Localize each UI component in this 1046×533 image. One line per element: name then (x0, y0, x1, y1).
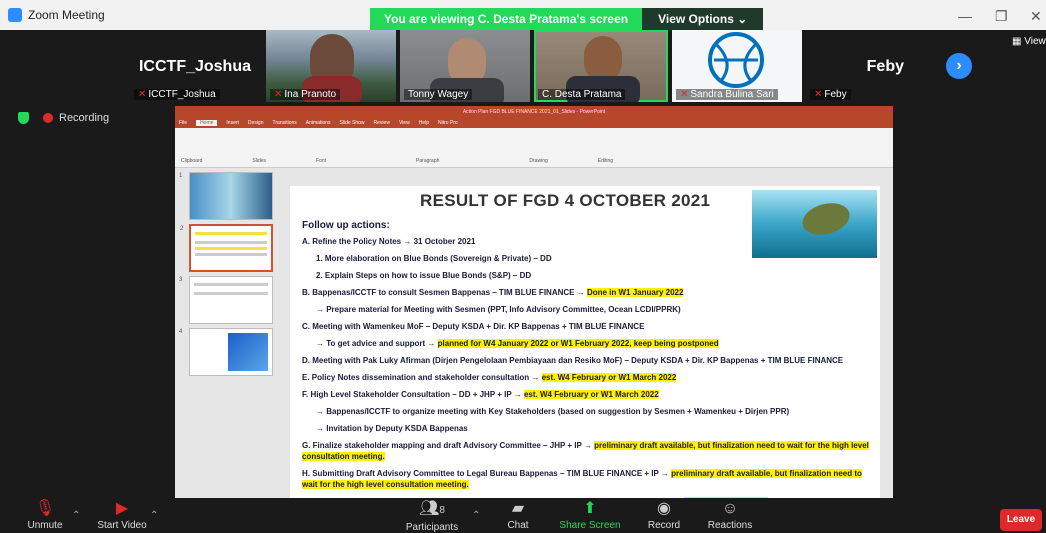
view-button[interactable]: ▦ View (1012, 36, 1046, 47)
ribbon-group-label: Font (316, 158, 327, 164)
ppt-tab: Animations (305, 120, 331, 126)
participants-icon: 👥︎8 (419, 500, 445, 517)
highlighted-status: Done in W1 January 2022 (586, 288, 684, 297)
slide-bullet: → To get advice and support → planned fo… (316, 339, 719, 348)
highlighted-status: planned for W4 January 2022 or W1 Februa… (437, 339, 719, 348)
mic-muted-icon: ✕ (274, 89, 283, 100)
participants-button[interactable]: 👥︎8 Participants (392, 498, 472, 533)
ppt-tab: Help (418, 120, 429, 126)
slide-bullet: → Prepare material for Meeting with Sesm… (316, 305, 681, 314)
ribbon-group-label: Clipboard (181, 158, 203, 164)
share-screen-icon: ⬆︎ (583, 500, 597, 517)
ppt-ribbon: Clipboard Slides Font Paragraph Drawing … (175, 128, 893, 168)
slide-bullet: → Bappenas/ICCTF to organize meeting wit… (316, 407, 790, 416)
participant-name: ✕ Ina Pranoto (270, 89, 341, 100)
grid-icon: ▦ (1012, 36, 1022, 47)
chat-button[interactable]: ▰ Chat (478, 498, 558, 531)
participant-name: ✕ Sandra Bulina Sari (676, 89, 778, 100)
slide-thumbnail[interactable]: 1 (179, 172, 273, 220)
slide-bullet: A. Refine the Policy Notes → 31 October … (302, 237, 476, 246)
slide-thumbnail-pane: 1 2 3 4 (175, 168, 275, 498)
ribbon-group-label: Paragraph (416, 158, 440, 164)
window-title: Zoom Meeting (28, 8, 105, 22)
slide-bullet: D. Meeting with Pak Luky Afirman (Dirjen… (302, 356, 844, 365)
slide-bullet: C. Meeting with Wamenkeu MoF – Deputy KS… (302, 322, 645, 331)
next-page-button[interactable]: › (946, 53, 972, 79)
slide-thumbnail[interactable]: 2 (180, 224, 273, 272)
ppt-tab: Review (373, 120, 390, 126)
participant-tile-icctf-joshua[interactable]: ICCTF_Joshua ✕ ICCTF_Joshua (130, 30, 260, 102)
record-dot-icon (43, 113, 53, 123)
reactions-icon: ☺ (721, 500, 739, 517)
view-options-button[interactable]: View Options ⌄ (642, 8, 764, 30)
restore-icon[interactable]: ❐ (995, 8, 1008, 25)
ppt-tab: Slide Show (339, 120, 365, 126)
participant-big-name: ICCTF_Joshua (138, 58, 251, 75)
mic-muted-icon: ✕ (680, 89, 689, 100)
zoom-app-icon (8, 8, 22, 22)
slide-bullet: → Invitation by Deputy KSDA Bappenas (316, 424, 468, 433)
ppt-tab: Design (247, 120, 264, 126)
ppt-tab: Transitions (272, 120, 297, 126)
minimize-icon[interactable]: — (958, 8, 972, 24)
participant-tile-sandra-bulina-sari[interactable]: ✕ Sandra Bulina Sari (672, 30, 802, 102)
ribbon-group-label: Slides (252, 158, 267, 164)
slide-thumbnail[interactable]: 4 (179, 328, 273, 376)
share-screen-button[interactable]: ⬆︎ Share Screen (550, 498, 630, 531)
slide-bullet: B. Bappenas/ICCTF to consult Sesmen Bapp… (302, 288, 684, 297)
participant-tile-tonny-wagey[interactable]: Tonny Wagey (400, 30, 530, 102)
ribbon-group-label: Drawing (529, 158, 548, 164)
mic-muted-icon: ✕ (814, 89, 823, 100)
recording-indicator: Recording (18, 112, 109, 124)
close-icon[interactable]: ✕ (1030, 8, 1042, 25)
slide-bullet: 1. More elaboration on Blue Bonds (Sover… (316, 254, 552, 263)
slide-bullet: F. High Level Stakeholder Consultation –… (302, 390, 659, 399)
ppt-tab: View (398, 120, 410, 126)
highlighted-status: est. W4 February or W1 March 2022 (541, 373, 677, 382)
chevron-right-icon: › (956, 57, 962, 74)
ribbon-group-label: Editing (597, 158, 614, 164)
slide-title: RESULT OF FGD 4 OCTOBER 2021 (420, 191, 711, 210)
participant-name: Tonny Wagey (404, 89, 473, 100)
ppt-tab: Insert (226, 120, 239, 126)
highlighted-status: est. W4 February or W1 March 2022 (523, 390, 659, 399)
participant-tile-c-desta-pratama[interactable]: C. Desta Pratama (534, 30, 668, 102)
ppt-tab: File (179, 120, 188, 126)
share-banner-text: You are viewing C. Desta Pratama's scree… (370, 8, 643, 30)
follow-up-heading: Follow up actions: (302, 220, 390, 231)
ppt-tab: Nitro Pro (437, 120, 458, 126)
slide-canvas: RESULT OF FGD 4 OCTOBER 2021 Follow up a… (290, 186, 880, 498)
participant-tile-feby[interactable]: Feby ✕ Feby (806, 30, 936, 102)
chat-icon: ▰ (511, 500, 525, 517)
share-banner: You are viewing C. Desta Pratama's scree… (370, 8, 764, 30)
participant-name: C. Desta Pratama (538, 89, 626, 100)
slide-body: Follow up actions: A. Refine the Policy … (302, 220, 872, 498)
recording-label: Recording (59, 112, 110, 124)
mic-muted-icon: ✕ (138, 89, 147, 100)
video-options-chevron-icon[interactable]: ⌃ (150, 510, 158, 521)
ppt-ribbon-tabs: File Home Insert Design Transitions Anim… (175, 118, 893, 128)
shield-icon (18, 112, 29, 124)
participant-tile-ina-pranoto[interactable]: ✕ Ina Pranoto (266, 30, 396, 102)
participant-name: ✕ ICCTF_Joshua (134, 89, 220, 100)
audio-options-chevron-icon[interactable]: ⌃ (72, 510, 80, 521)
slide-bullet: G. Finalize stakeholder mapping and draf… (302, 441, 869, 461)
reactions-button[interactable]: ☺ Reactions (690, 498, 770, 531)
participant-big-name: Feby (866, 58, 904, 75)
slide-thumbnail[interactable]: 3 (179, 276, 273, 324)
slide-bullet: 2. Explain Steps on how to issue Blue Bo… (316, 271, 532, 280)
ppt-tab: Home (196, 120, 218, 126)
slide-bullet: E. Policy Notes dissemination and stakeh… (302, 373, 677, 382)
shared-screen: Action Plan FGD BLUE FINANCE 2021_01_Sli… (175, 106, 893, 498)
leave-button[interactable]: Leave (1000, 509, 1042, 531)
slide-bullet: H. Submitting Draft Advisory Committee t… (302, 469, 862, 489)
ppt-window-title: Action Plan FGD BLUE FINANCE 2021_01_Sli… (175, 106, 893, 118)
participant-name: ✕ Feby (810, 89, 851, 100)
